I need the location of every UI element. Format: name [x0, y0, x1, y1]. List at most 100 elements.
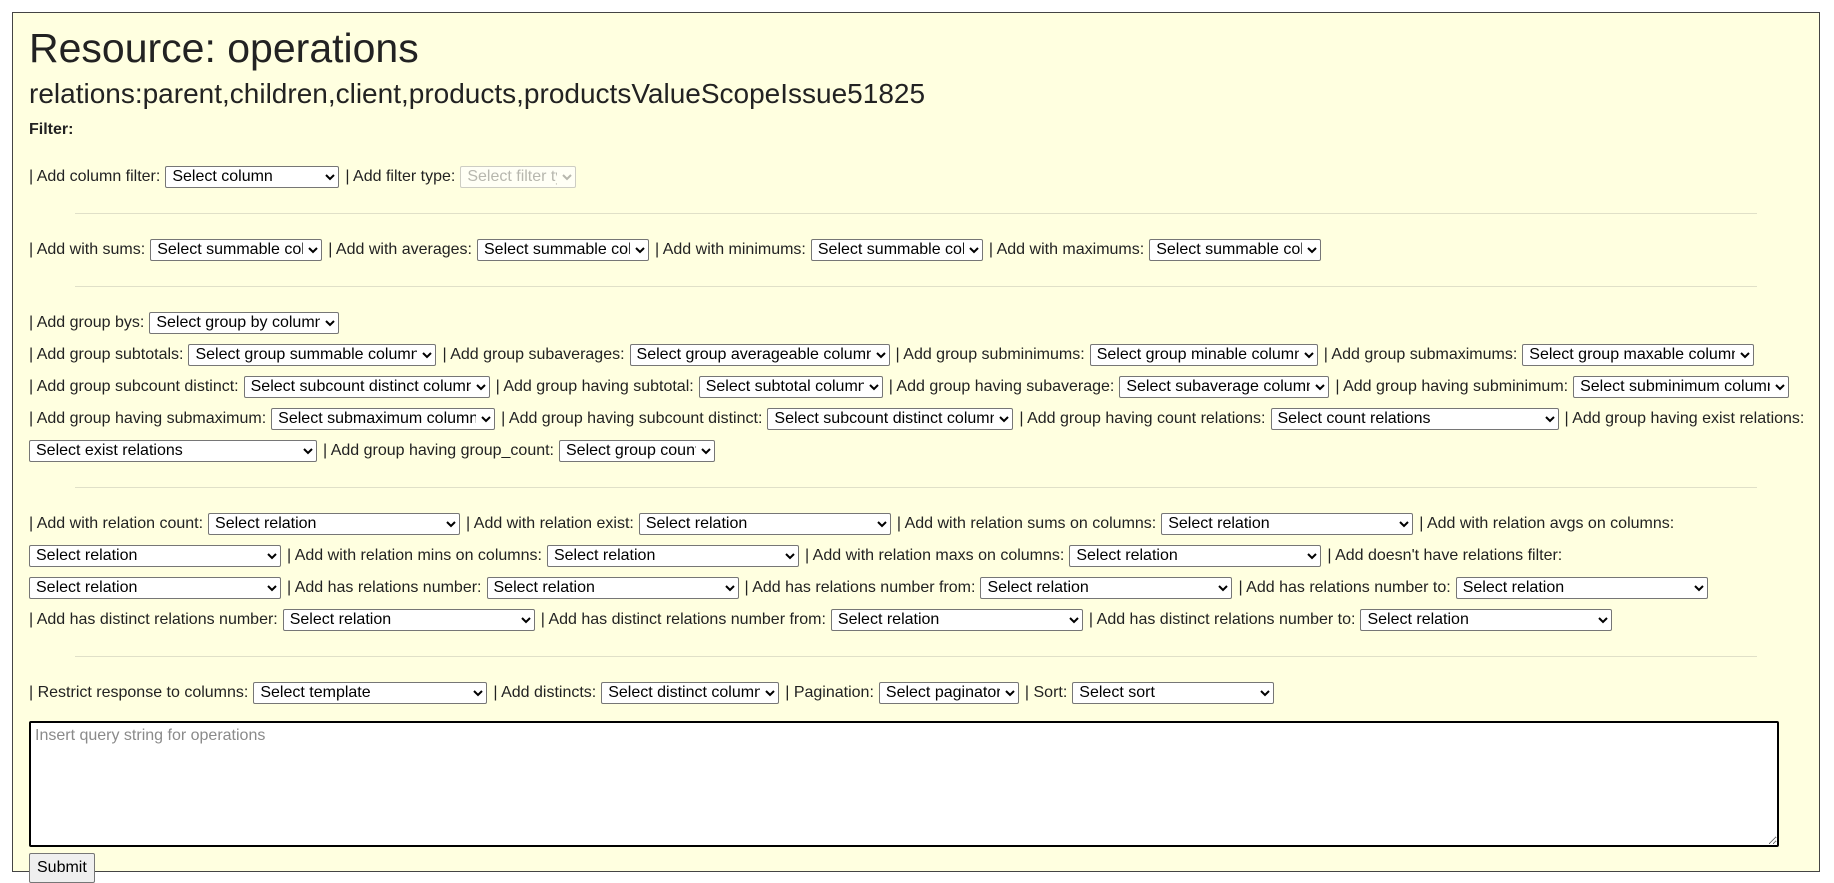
sort-label: | Sort: [1024, 684, 1068, 701]
pagination-label: | Pagination: [785, 684, 874, 701]
group-having-exist-relations-select[interactable]: Select exist relations [29, 439, 317, 462]
add-with-relation-count-label: | Add with relation count: [29, 515, 204, 532]
divider [75, 487, 1757, 488]
template-select[interactable]: Select template [253, 681, 488, 704]
add-group-having-subminimum-label: | Add group having subminimum: [1335, 378, 1569, 395]
add-group-having-submaximum-label: | Add group having submaximum: [29, 410, 267, 427]
group-subcount-distinct-select[interactable]: Select subcount distinct column [243, 375, 490, 398]
maximums-select[interactable]: Select summable column [1149, 238, 1322, 261]
submit-button[interactable]: Submit [29, 853, 95, 883]
has-distinct-relations-number-to-select[interactable]: Select relation [1360, 608, 1613, 631]
add-with-relation-sums-label: | Add with relation sums on columns: [896, 515, 1157, 532]
group-row-1: | Add group bys: Select group by column [29, 307, 1803, 339]
add-with-sums-label: | Add with sums: [29, 241, 146, 258]
page-title: Resource: operations [29, 25, 419, 71]
aggregates-row: | Add with sums: Select summable column | … [29, 234, 1803, 266]
group-subtotals-select[interactable]: Select group summable column [188, 343, 437, 366]
add-doesnt-have-relations-label: | Add doesn't have relations filter: [1327, 547, 1563, 564]
relation-count-select[interactable]: Select relation [208, 512, 461, 535]
add-group-subcount-distinct-label: | Add group subcount distinct: [29, 378, 239, 395]
relation-mins-select[interactable]: Select relation [546, 544, 799, 567]
add-has-relations-number-to-label: | Add has relations number to: [1238, 579, 1451, 596]
has-distinct-relations-number-select[interactable]: Select relation [282, 608, 535, 631]
add-group-having-exist-relations-label: | Add group having exist relations: [1564, 410, 1805, 427]
distinct-column-select[interactable]: Select distinct column [601, 681, 780, 704]
minimums-select[interactable]: Select summable column [810, 238, 983, 261]
relation-row-1: | Add with relation count: Select relatio… [29, 508, 1803, 540]
aggregates-section: | Add with sums: Select summable column | … [29, 234, 1803, 266]
add-group-having-subtotal-label: | Add group having subtotal: [495, 378, 694, 395]
paginator-select[interactable]: Select paginator [878, 681, 1019, 704]
add-group-having-count-relations-label: | Add group having count relations: [1019, 410, 1266, 427]
group-subaverages-select[interactable]: Select group averageable column [629, 343, 890, 366]
group-row-4: | Add group having submaximum: Select sub… [29, 403, 1805, 435]
add-with-minimums-label: | Add with minimums: [655, 241, 806, 258]
divider [75, 213, 1757, 214]
add-group-bys-label: | Add group bys: [29, 314, 145, 331]
column-filter-row: | Add column filter: Select column | Add f… [29, 161, 1803, 193]
add-has-relations-number-from-label: | Add has relations number from: [744, 579, 976, 596]
resource-panel: Resource: operations relations:parent,ch… [12, 12, 1820, 883]
group-having-subminimum-select[interactable]: Select subminimum column [1573, 375, 1790, 398]
group-section: | Add group bys: Select group by column |… [29, 307, 1805, 467]
group-by-select[interactable]: Select group by column [149, 311, 340, 334]
add-has-distinct-relations-number-to-label: | Add has distinct relations number to: [1088, 611, 1356, 628]
add-group-having-subaverage-label: | Add group having subaverage: [888, 378, 1115, 395]
relation-sums-select[interactable]: Select relation [1161, 512, 1414, 535]
add-has-distinct-relations-number-from-label: | Add has distinct relations number from… [540, 611, 826, 628]
response-section: | Restrict response to columns: Select te… [29, 677, 1803, 709]
group-row-5: Select exist relations | Add group having… [29, 435, 1803, 467]
add-with-averages-label: | Add with averages: [328, 241, 472, 258]
has-distinct-relations-number-from-select[interactable]: Select relation [830, 608, 1083, 631]
relations-section: | Add with relation count: Select relatio… [29, 508, 1803, 636]
add-with-relation-mins-label: | Add with relation mins on columns: [287, 547, 542, 564]
group-submaximums-select[interactable]: Select group maxable column [1522, 343, 1755, 366]
sums-select[interactable]: Select summable column [150, 238, 323, 261]
group-subminimums-select[interactable]: Select group minable column [1089, 343, 1318, 366]
averages-select[interactable]: Select summable column [477, 238, 649, 261]
group-row-3: | Add group subcount distinct: Select sub… [29, 371, 1803, 403]
has-relations-number-to-select[interactable]: Select relation [1455, 576, 1708, 599]
group-having-group-count-select[interactable]: Select group count [559, 439, 715, 462]
relations-heading: relations:parent,children,client,product… [29, 78, 926, 109]
add-group-subtotals-label: | Add group subtotals: [29, 346, 184, 363]
filter-label: Filter: [29, 121, 74, 138]
response-row: | Restrict response to columns: Select te… [29, 677, 1803, 709]
doesnt-have-relations-select[interactable]: Select relation [29, 576, 281, 599]
relation-exist-select[interactable]: Select relation [638, 512, 891, 535]
group-having-subcount-distinct-select[interactable]: Select subcount distinct column [767, 407, 1014, 430]
relation-maxs-select[interactable]: Select relation [1069, 544, 1322, 567]
add-distincts-label: | Add distincts: [493, 684, 597, 701]
relation-row-4: | Add has distinct relations number: Sele… [29, 604, 1803, 636]
add-filter-type-label: | Add filter type: [345, 168, 456, 185]
add-with-relation-maxs-label: | Add with relation maxs on columns: [804, 547, 1065, 564]
sort-select[interactable]: Select sort [1072, 681, 1275, 704]
group-row-2: | Add group subtotals: Select group summa… [29, 339, 1803, 371]
divider [75, 286, 1757, 287]
divider [75, 656, 1757, 657]
relation-row-3: Select relation| Add has relations numbe… [29, 572, 1803, 604]
group-having-subaverage-select[interactable]: Select subaverage column [1119, 375, 1330, 398]
column-filter-section: | Add column filter: Select column | Add f… [29, 161, 1803, 193]
relation-row-2: Select relation| Add with relation mins … [29, 540, 1803, 572]
group-having-subtotal-select[interactable]: Select subtotal column [698, 375, 883, 398]
column-filter-select[interactable]: Select column [165, 165, 340, 188]
add-has-distinct-relations-number-label: | Add has distinct relations number: [29, 611, 278, 628]
add-has-relations-number-label: | Add has relations number: [287, 579, 482, 596]
add-with-maximums-label: | Add with maximums: [988, 241, 1145, 258]
has-relations-number-from-select[interactable]: Select relation [980, 576, 1233, 599]
restrict-response-label: | Restrict response to columns: [29, 684, 249, 701]
has-relations-number-select[interactable]: Select relation [486, 576, 739, 599]
add-with-relation-avgs-label: | Add with relation avgs on columns: [1419, 515, 1675, 532]
filter-type-select[interactable]: Select filter type [460, 165, 577, 188]
group-having-submaximum-select[interactable]: Select submaximum column [271, 407, 496, 430]
add-column-filter-label: | Add column filter: [29, 168, 161, 185]
add-group-subminimums-label: | Add group subminimums: [895, 346, 1085, 363]
add-group-having-subcount-distinct-label: | Add group having subcount distinct: [501, 410, 763, 427]
group-having-count-relations-select[interactable]: Select count relations [1270, 407, 1559, 430]
relation-avgs-select[interactable]: Select relation [29, 544, 281, 567]
add-group-having-group-count-label: | Add group having group_count: [323, 442, 554, 459]
add-with-relation-exist-label: | Add with relation exist: [466, 515, 634, 532]
query-string-input[interactable] [29, 721, 1779, 847]
add-group-submaximums-label: | Add group submaximums: [1323, 346, 1518, 363]
